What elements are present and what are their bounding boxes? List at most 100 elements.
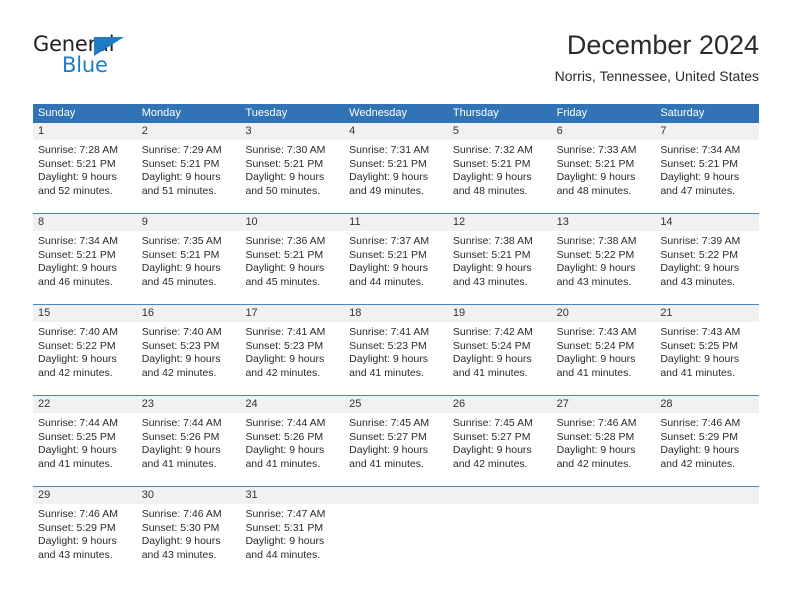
day-details: Sunrise: 7:31 AM Sunset: 5:21 PM Daylight:…	[344, 140, 448, 213]
day-detail-line: Daylight: 9 hours	[141, 535, 221, 547]
calendar-day-cell[interactable]: 17 Sunrise: 7:41 AM Sunset: 5:23 PM Dayligh…	[240, 305, 345, 395]
page-subtitle: Norris, Tennessee, United States	[554, 68, 759, 84]
day-detail-line: Sunrise: 7:46 AM	[556, 417, 637, 429]
day-number: 14	[655, 214, 760, 231]
day-number: 9	[136, 214, 241, 231]
calendar-week-row: 29 Sunrise: 7:46 AM Sunset: 5:29 PM Dayligh…	[33, 486, 760, 577]
calendar-day-cell[interactable]: 29 Sunrise: 7:46 AM Sunset: 5:29 PM Dayligh…	[33, 487, 137, 577]
day-detail-line: Sunrise: 7:39 AM	[660, 235, 741, 247]
day-detail-line: Daylight: 9 hours	[556, 262, 636, 274]
day-detail-line: Sunset: 5:21 PM	[245, 157, 324, 170]
day-number: 11	[344, 214, 448, 231]
day-detail-line: Sunset: 5:25 PM	[38, 430, 116, 443]
day-detail-line: Sunrise: 7:29 AM	[141, 144, 222, 156]
day-detail-line: and 41 minutes.	[141, 457, 217, 470]
day-details: Sunrise: 7:40 AM Sunset: 5:23 PM Daylight:…	[136, 322, 241, 395]
calendar-day-cell[interactable]: 27 Sunrise: 7:46 AM Sunset: 5:28 PM Dayligh…	[551, 396, 656, 486]
calendar-day-cell[interactable]: 5 Sunrise: 7:32 AM Sunset: 5:21 PM Daylight…	[447, 123, 552, 213]
day-detail-line: Sunrise: 7:35 AM	[141, 235, 222, 247]
day-detail-line: Sunrise: 7:44 AM	[38, 417, 118, 429]
calendar-day-cell[interactable]: 13 Sunrise: 7:38 AM Sunset: 5:22 PM Dayligh…	[551, 214, 656, 304]
day-number: 17	[240, 305, 345, 322]
calendar-day-cell[interactable]: 6 Sunrise: 7:33 AM Sunset: 5:21 PM Daylight…	[551, 123, 656, 213]
day-detail-line: and 44 minutes.	[349, 275, 424, 288]
day-detail-line: and 41 minutes.	[38, 457, 113, 470]
day-number: 26	[447, 396, 552, 413]
calendar-day-cell-empty	[344, 487, 448, 577]
day-detail-line: Sunrise: 7:30 AM	[245, 144, 326, 156]
general-blue-logo[interactable]: General Blue	[33, 32, 153, 84]
day-detail-line: Daylight: 9 hours	[38, 171, 117, 183]
day-number: 30	[136, 487, 241, 504]
calendar-day-cell[interactable]: 20 Sunrise: 7:43 AM Sunset: 5:24 PM Dayligh…	[551, 305, 656, 395]
day-detail-line: Sunset: 5:27 PM	[452, 430, 531, 443]
day-detail-line: Sunset: 5:21 PM	[245, 248, 324, 261]
day-detail-line: and 48 minutes.	[556, 184, 632, 197]
calendar-day-cell[interactable]: 15 Sunrise: 7:40 AM Sunset: 5:22 PM Dayligh…	[33, 305, 137, 395]
calendar-day-cell[interactable]: 8 Sunrise: 7:34 AM Sunset: 5:21 PM Daylight…	[33, 214, 137, 304]
calendar-day-cell[interactable]: 9 Sunrise: 7:35 AM Sunset: 5:21 PM Daylight…	[136, 214, 241, 304]
calendar-day-cell[interactable]: 23 Sunrise: 7:44 AM Sunset: 5:26 PM Dayligh…	[136, 396, 241, 486]
calendar-day-cell[interactable]: 18 Sunrise: 7:41 AM Sunset: 5:23 PM Dayligh…	[344, 305, 448, 395]
calendar-day-cell[interactable]: 30 Sunrise: 7:46 AM Sunset: 5:30 PM Dayligh…	[136, 487, 241, 577]
day-detail-line: Sunrise: 7:33 AM	[556, 144, 637, 156]
day-details: Sunrise: 7:42 AM Sunset: 5:24 PM Daylight:…	[447, 322, 552, 395]
day-detail-line: Daylight: 9 hours	[141, 262, 221, 274]
calendar-day-cell[interactable]: 14 Sunrise: 7:39 AM Sunset: 5:22 PM Dayligh…	[655, 214, 760, 304]
calendar-day-cell[interactable]: 26 Sunrise: 7:45 AM Sunset: 5:27 PM Dayligh…	[447, 396, 552, 486]
day-detail-line: Sunset: 5:29 PM	[660, 430, 738, 443]
calendar-day-cell[interactable]: 25 Sunrise: 7:45 AM Sunset: 5:27 PM Dayligh…	[344, 396, 448, 486]
weekday-header-wednesday: Wednesday	[349, 107, 408, 119]
day-detail-line: Daylight: 9 hours	[660, 353, 740, 365]
day-detail-line: Sunrise: 7:37 AM	[349, 235, 430, 247]
day-detail-line: Sunset: 5:24 PM	[452, 339, 531, 352]
day-number: 18	[344, 305, 448, 322]
day-detail-line: Daylight: 9 hours	[38, 444, 117, 456]
page-header: General Blue December 2024 Norris, Tenne…	[33, 28, 759, 94]
calendar-day-cell[interactable]: 1 Sunrise: 7:28 AM Sunset: 5:21 PM Daylight…	[33, 123, 137, 213]
weekday-header-thursday: Thursday	[452, 107, 499, 119]
calendar-day-cell[interactable]: 24 Sunrise: 7:44 AM Sunset: 5:26 PM Dayligh…	[240, 396, 345, 486]
calendar-day-cell[interactable]: 3 Sunrise: 7:30 AM Sunset: 5:21 PM Daylight…	[240, 123, 345, 213]
day-detail-line: Daylight: 9 hours	[452, 262, 532, 274]
calendar-day-cell[interactable]: 31 Sunrise: 7:47 AM Sunset: 5:31 PM Dayligh…	[240, 487, 345, 577]
day-number: 15	[33, 305, 137, 322]
calendar-day-cell[interactable]: 4 Sunrise: 7:31 AM Sunset: 5:21 PM Daylight…	[344, 123, 448, 213]
day-detail-line: and 42 minutes.	[660, 457, 736, 470]
calendar-week-row: 15 Sunrise: 7:40 AM Sunset: 5:22 PM Dayligh…	[33, 304, 760, 395]
day-detail-line: and 43 minutes.	[660, 275, 736, 288]
day-detail-line: Sunset: 5:26 PM	[141, 430, 220, 443]
day-details: Sunrise: 7:45 AM Sunset: 5:27 PM Daylight:…	[447, 413, 552, 486]
day-number: 6	[551, 123, 656, 140]
day-number: 20	[551, 305, 656, 322]
day-details: Sunrise: 7:43 AM Sunset: 5:24 PM Daylight:…	[551, 322, 656, 395]
day-detail-line: Sunset: 5:22 PM	[660, 248, 738, 261]
calendar-day-cell[interactable]: 28 Sunrise: 7:46 AM Sunset: 5:29 PM Dayligh…	[655, 396, 760, 486]
calendar-day-cell[interactable]: 10 Sunrise: 7:36 AM Sunset: 5:21 PM Dayligh…	[240, 214, 345, 304]
day-detail-line: Sunrise: 7:34 AM	[660, 144, 741, 156]
calendar-day-cell[interactable]: 16 Sunrise: 7:40 AM Sunset: 5:23 PM Dayligh…	[136, 305, 241, 395]
calendar-day-cell[interactable]: 19 Sunrise: 7:42 AM Sunset: 5:24 PM Dayligh…	[447, 305, 552, 395]
day-detail-line: Sunrise: 7:46 AM	[660, 417, 741, 429]
calendar-day-cell[interactable]: 2 Sunrise: 7:29 AM Sunset: 5:21 PM Daylight…	[136, 123, 241, 213]
calendar-day-cell[interactable]: 7 Sunrise: 7:34 AM Sunset: 5:21 PM Daylight…	[655, 123, 760, 213]
day-detail-line: and 45 minutes.	[245, 275, 321, 288]
day-detail-line: Daylight: 9 hours	[349, 444, 428, 456]
day-number: 2	[136, 123, 241, 140]
day-details: Sunrise: 7:41 AM Sunset: 5:23 PM Daylight:…	[344, 322, 448, 395]
day-number: 4	[344, 123, 448, 140]
day-detail-line: and 41 minutes.	[349, 366, 424, 379]
day-number: 28	[655, 396, 760, 413]
day-detail-line: Sunset: 5:26 PM	[245, 430, 324, 443]
day-number: 8	[33, 214, 137, 231]
day-number: 12	[447, 214, 552, 231]
calendar-day-cell[interactable]: 11 Sunrise: 7:37 AM Sunset: 5:21 PM Dayligh…	[344, 214, 448, 304]
calendar-day-cell[interactable]: 22 Sunrise: 7:44 AM Sunset: 5:25 PM Dayligh…	[33, 396, 137, 486]
day-detail-line: Daylight: 9 hours	[38, 262, 117, 274]
calendar-day-cell[interactable]: 12 Sunrise: 7:38 AM Sunset: 5:21 PM Dayligh…	[447, 214, 552, 304]
calendar-weeks: 1 Sunrise: 7:28 AM Sunset: 5:21 PM Daylight…	[33, 123, 760, 577]
calendar-day-cell[interactable]: 21 Sunrise: 7:43 AM Sunset: 5:25 PM Dayligh…	[655, 305, 760, 395]
day-number: 25	[344, 396, 448, 413]
day-details: Sunrise: 7:30 AM Sunset: 5:21 PM Daylight:…	[240, 140, 345, 213]
day-detail-line: and 42 minutes.	[38, 366, 113, 379]
